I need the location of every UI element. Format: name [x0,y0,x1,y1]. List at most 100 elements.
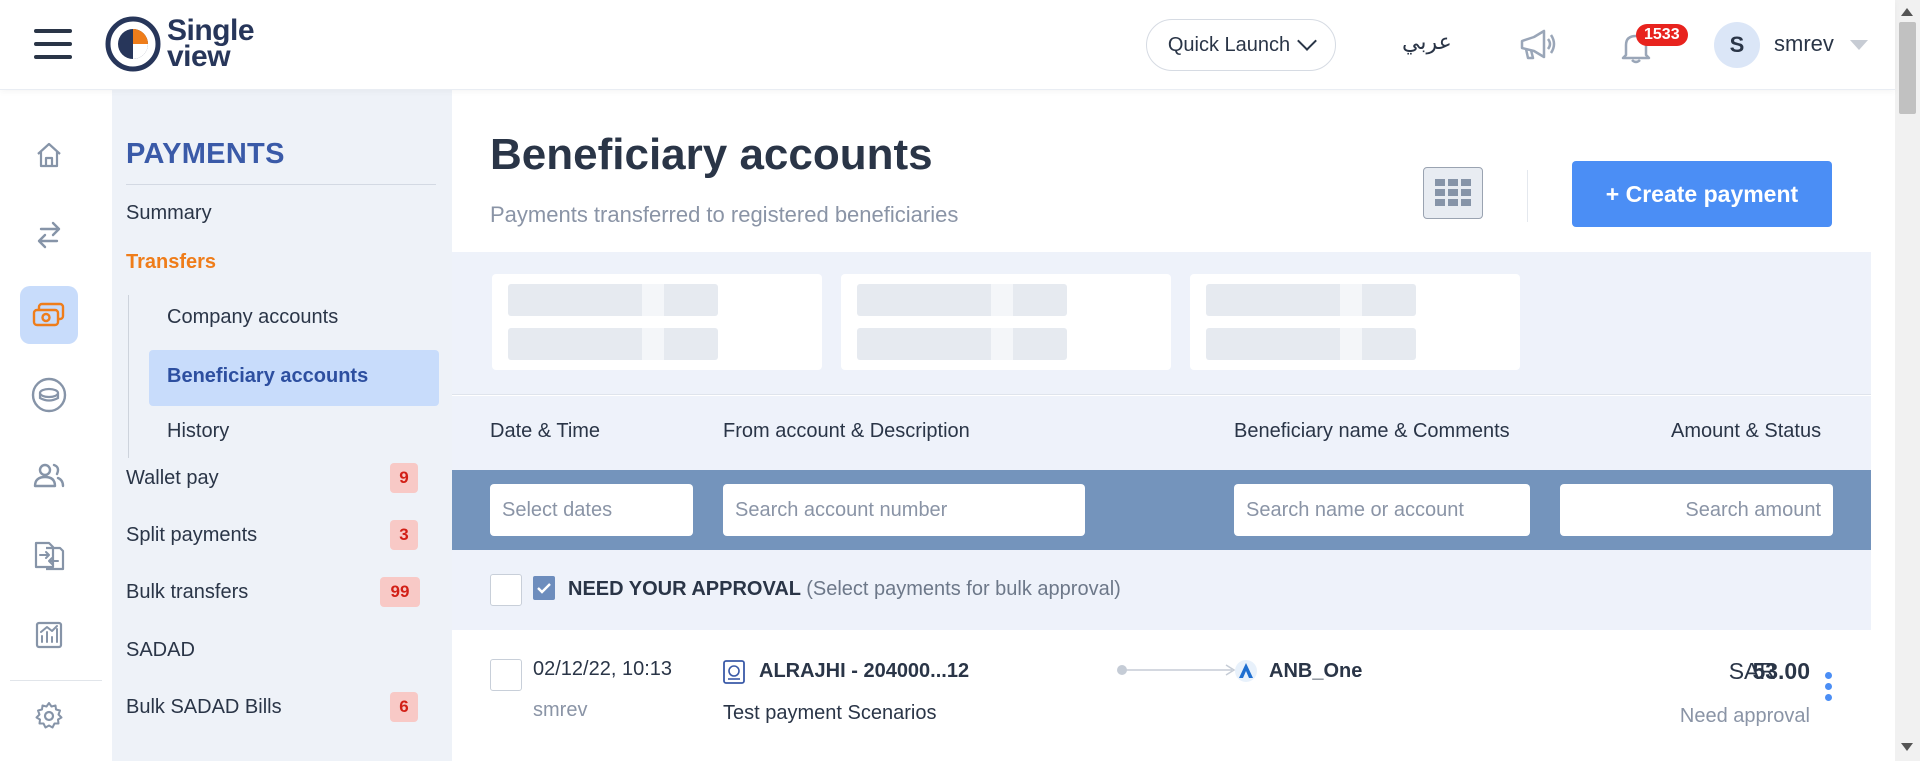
payments-subnav: PAYMENTS Summary Transfers Company accou… [112,90,452,761]
column-header-amount[interactable]: Amount & Status [1671,420,1821,443]
user-menu-caret-icon[interactable] [1850,40,1868,50]
document-transfer-icon [34,541,65,571]
skeleton-bar [1206,284,1416,316]
home-icon [37,142,61,168]
column-header-date[interactable]: Date & Time [490,420,600,443]
top-bar: Single view Quick Launch عربي 1533 S smr… [0,0,1895,90]
nav-item-beneficiary-accounts[interactable]: Beneficiary accounts [149,350,439,406]
subnav-divider [126,184,436,185]
row-beneficiary[interactable]: ANB_One [1269,660,1362,683]
nav-item-wallet-pay[interactable]: Wallet pay [126,467,219,490]
nav-item-history[interactable]: History [167,420,229,443]
column-header-from[interactable]: From account & Description [723,420,970,443]
nav-item-company-accounts[interactable]: Company accounts [167,306,338,329]
skeleton-gap [1340,328,1362,360]
rail-collections[interactable] [20,366,78,424]
scroll-thumb[interactable] [1899,22,1916,114]
avatar[interactable]: S [1714,22,1760,68]
summary-card-loading [492,274,822,370]
bulk-transfers-count-badge: 99 [380,577,420,607]
row-amount: 53.00 [1752,658,1810,684]
page-scrollbar[interactable] [1895,0,1920,761]
scroll-up-arrow-icon[interactable] [1901,8,1913,16]
rail-settings[interactable] [20,687,78,745]
nav-item-transfers[interactable]: Transfers [126,251,216,274]
nav-item-bulk-transfers[interactable]: Bulk transfers [126,581,248,604]
nav-item-split-payments[interactable]: Split payments [126,524,257,547]
nav-item-sadad[interactable]: SADAD [126,639,195,662]
row-status: Need approval [1679,705,1810,727]
payments-cash-icon [32,302,65,327]
row-datetime: 02/12/22, 10:13 [533,658,673,680]
transfer-arrows-icon [37,221,61,249]
nav-item-bulk-sadad-bills[interactable]: Bulk SADAD Bills [126,696,282,719]
skeleton-bar [508,328,718,360]
subnav-title: PAYMENTS [126,138,285,170]
language-toggle[interactable]: عربي [1402,30,1452,55]
rail-payments[interactable] [20,286,78,344]
page-subtitle: Payments transferred to registered benef… [490,202,959,227]
select-all-checkbox[interactable] [490,574,522,606]
quick-launch-dropdown[interactable]: Quick Launch [1146,19,1336,71]
split-payments-count-badge: 3 [390,520,418,550]
beneficiary-bank-logo-icon [1235,660,1257,682]
nav-item-summary[interactable]: Summary [126,202,212,225]
row-user: smrev [533,699,588,721]
rail-documents[interactable] [20,526,78,584]
rail-divider [10,680,102,681]
scroll-down-arrow-icon[interactable] [1901,743,1913,751]
gear-icon [35,702,63,729]
create-payment-button[interactable]: + Create payment [1572,161,1832,227]
approval-hint: (Select payments for bulk approval) [806,578,1121,600]
approval-group-header: NEED YOUR APPROVAL (Select payments for … [452,550,1871,630]
row-description: Test payment Scenarios [723,702,937,724]
megaphone-icon[interactable] [1516,28,1556,62]
summary-card-loading [1190,274,1520,370]
bulk-sadad-count-badge: 6 [390,692,418,722]
row-from-account[interactable]: ALRAJHI - 204000...12 [759,660,989,683]
account-search-input[interactable] [723,484,1085,536]
chevron-down-icon [1297,31,1318,51]
date-filter-input[interactable] [490,484,693,536]
approval-title: NEED YOUR APPROVAL [568,578,801,600]
chart-report-icon [35,621,63,649]
logo[interactable]: Single view [105,14,255,73]
amount-search-input[interactable] [1560,484,1833,536]
logo-text: Single view [167,14,255,73]
table-row[interactable]: 02/12/22, 10:13 smrev ALRAJHI - 204000..… [452,630,1871,761]
rail-home[interactable] [20,126,78,184]
rail-users[interactable] [20,446,78,504]
icon-rail [0,90,112,761]
summary-cards-band [452,252,1871,395]
singleview-logo-icon [105,16,161,72]
subtree-line [128,295,129,458]
skeleton-bar [508,284,718,316]
row-checkbox[interactable] [490,659,522,691]
skeleton-gap [642,284,664,316]
skeleton-gap [642,328,664,360]
grid-icon [1435,179,1471,206]
quick-launch-label: Quick Launch [1167,33,1291,56]
users-icon [33,463,65,488]
rail-transfers[interactable] [20,206,78,264]
row-actions-kebab-icon[interactable] [1825,672,1835,708]
column-header-beneficiary[interactable]: Beneficiary name & Comments [1234,420,1510,443]
notification-count-badge: 1533 [1636,24,1688,46]
skeleton-bar [857,284,1067,316]
skeleton-bar [1206,328,1416,360]
filter-row [452,470,1871,550]
rail-reports[interactable] [20,606,78,664]
bulk-approval-checked-icon[interactable] [533,576,555,600]
transfer-arrow-icon [1117,664,1236,676]
hamburger-menu-icon[interactable] [34,29,72,59]
main-content: Beneficiary accounts Payments transferre… [452,90,1871,761]
wallet-pay-count-badge: 9 [390,463,418,493]
username[interactable]: smrev [1774,31,1834,57]
beneficiary-search-input[interactable] [1234,484,1530,536]
table-header: Date & Time From account & Description B… [452,396,1871,470]
page-title: Beneficiary accounts [490,130,933,179]
approval-label: NEED YOUR APPROVAL (Select payments for … [568,578,1121,601]
summary-card-loading [841,274,1171,370]
bank-icon [723,660,745,684]
grid-view-button[interactable] [1423,167,1483,219]
